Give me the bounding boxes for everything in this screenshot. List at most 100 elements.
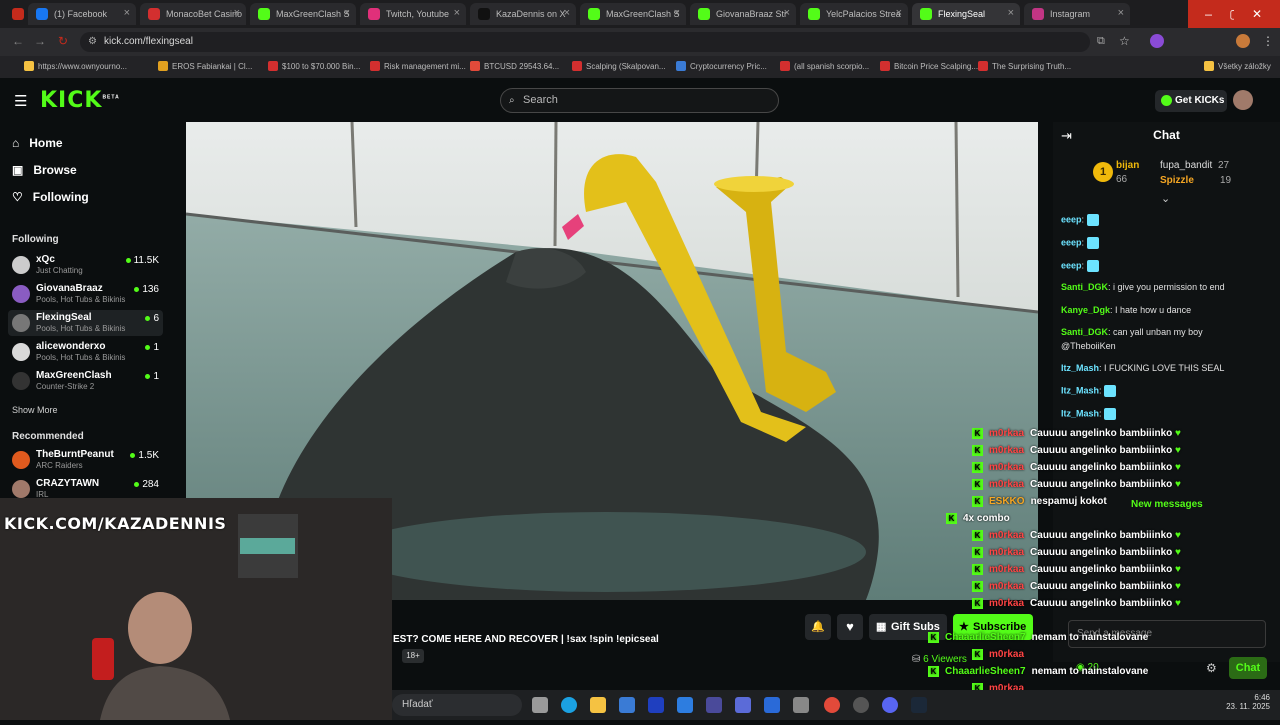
reload-icon[interactable]: ↻ bbox=[58, 34, 68, 48]
nav-following[interactable]: ♡ Following bbox=[12, 190, 89, 204]
bookmark-item[interactable]: BTCUSD 29543.64... bbox=[470, 61, 559, 71]
bookmark-icon bbox=[268, 61, 278, 71]
translate-icon[interactable]: ⧉ bbox=[1097, 35, 1105, 48]
edge-icon[interactable] bbox=[561, 697, 577, 713]
site-info-icon[interactable]: ⚙ bbox=[88, 32, 97, 52]
bookmark-item[interactable]: Scalping (Skalpovan... bbox=[572, 61, 666, 71]
expand-leaderboard-icon[interactable]: ⌄ bbox=[1161, 192, 1170, 205]
file-explorer-icon[interactable] bbox=[590, 697, 606, 713]
bookmark-item[interactable]: Risk management mi... bbox=[370, 61, 466, 71]
bookmark-item[interactable]: EROS Fabiankai | Cl... bbox=[158, 61, 252, 71]
close-tab-icon[interactable]: × bbox=[674, 7, 680, 19]
search-input[interactable]: ⌕ Search bbox=[500, 88, 779, 113]
sidebar-channel[interactable]: xQc Just Chatting 11.5K bbox=[8, 252, 163, 278]
task-view-icon[interactable] bbox=[532, 697, 548, 713]
get-kicks-button[interactable]: Get KICKs bbox=[1155, 90, 1227, 112]
browser-tab[interactable]: FlexingSeal × bbox=[912, 3, 1020, 25]
browser-tab[interactable]: YelcPalacios Strea × bbox=[800, 3, 908, 25]
nav-home[interactable]: ⌂ Home bbox=[12, 136, 63, 150]
close-tab-icon[interactable]: × bbox=[784, 7, 790, 19]
app-l-icon[interactable] bbox=[648, 697, 664, 713]
sidebar-channel[interactable]: alicewonderxo Pools, Hot Tubs & Bikinis 1 bbox=[8, 339, 163, 365]
clock-date: 23. 11. 2025 bbox=[1226, 702, 1270, 711]
sidebar-channel[interactable]: MaxGreenClash Counter-Strike 2 1 bbox=[8, 368, 163, 394]
new-messages-divider[interactable]: New messages bbox=[1131, 499, 1203, 510]
sidebar-channel[interactable]: TheBurntPeanut ARC Raiders 1.5K bbox=[8, 447, 163, 473]
chat-send-button[interactable]: Chat bbox=[1229, 657, 1267, 679]
chat-username[interactable]: Itz_Mash bbox=[1061, 385, 1099, 395]
close-tab-icon[interactable]: × bbox=[344, 7, 350, 19]
bookmark-item[interactable]: Cryptocurrency Pric... bbox=[676, 61, 767, 71]
browser-tab[interactable]: GiovanaBraaz Str × bbox=[690, 3, 796, 25]
nav-browse[interactable]: ▣ Browse bbox=[12, 163, 77, 177]
chat-username[interactable]: Santi_DGK bbox=[1061, 327, 1108, 337]
bookmark-star-icon[interactable]: ☆ bbox=[1119, 34, 1130, 48]
back-icon[interactable]: ← bbox=[12, 34, 24, 48]
profile-avatar[interactable] bbox=[1236, 34, 1250, 48]
sidebar-channel[interactable]: GiovanaBraaz Pools, Hot Tubs & Bikinis 136 bbox=[8, 281, 163, 307]
clock[interactable]: 6:46 23. 11. 2025 bbox=[1222, 693, 1270, 711]
kick-badge-icon: K bbox=[946, 513, 957, 524]
close-tab-icon[interactable]: × bbox=[1008, 7, 1014, 19]
bookmark-item[interactable]: $100 to $70.000 Bin... bbox=[268, 61, 360, 71]
close-tab-icon[interactable]: × bbox=[564, 7, 570, 19]
chat-settings-icon[interactable]: ⚙ bbox=[1206, 661, 1217, 675]
store-icon[interactable] bbox=[619, 697, 635, 713]
close-tab-icon[interactable]: × bbox=[234, 7, 240, 19]
browser-tab[interactable] bbox=[4, 3, 30, 25]
browser-tab[interactable]: MaxGreenClash S × bbox=[580, 3, 686, 25]
browser-tab[interactable]: MonacoBet Casino × bbox=[140, 3, 246, 25]
kick-logo[interactable]: KICKBETA bbox=[40, 88, 120, 113]
notes-icon[interactable] bbox=[793, 697, 809, 713]
chat-username[interactable]: Itz_Mash bbox=[1061, 363, 1099, 373]
close-tab-icon[interactable]: × bbox=[896, 7, 902, 19]
hamburger-menu-icon[interactable]: ☰ bbox=[14, 92, 27, 110]
user-avatar[interactable] bbox=[1233, 90, 1253, 110]
chat-username[interactable]: Itz_Mash bbox=[1061, 408, 1099, 418]
browser-tab[interactable]: Instagram × bbox=[1024, 3, 1130, 25]
chat-message: eeep: bbox=[1061, 237, 1099, 249]
bookmark-item[interactable]: Bitcoin Price Scalping... bbox=[880, 61, 978, 71]
show-more-link[interactable]: Show More bbox=[12, 405, 58, 415]
browser-tab[interactable]: MaxGreenClash S × bbox=[250, 3, 356, 25]
bookmark-item[interactable]: The Surprising Truth... bbox=[978, 61, 1071, 71]
app-icon[interactable] bbox=[706, 697, 722, 713]
notification-bell-button[interactable]: 🔔 bbox=[805, 614, 831, 640]
app-icon[interactable] bbox=[735, 697, 751, 713]
discord-icon[interactable] bbox=[882, 697, 898, 713]
forward-icon[interactable]: → bbox=[34, 34, 46, 48]
live-dot bbox=[145, 344, 151, 350]
taskbar-search[interactable]: Hľadať bbox=[392, 694, 522, 716]
overlay-username: ESKKO bbox=[989, 496, 1025, 508]
logo-text: KICK bbox=[40, 88, 103, 113]
sidebar-channel[interactable]: FlexingSeal Pools, Hot Tubs & Bikinis 6 bbox=[8, 310, 163, 336]
channel-viewers: 1 bbox=[145, 342, 159, 353]
mail-icon[interactable] bbox=[764, 697, 780, 713]
chat-username[interactable]: eeep bbox=[1061, 214, 1082, 224]
url-field[interactable]: ⚙ kick.com/flexingseal bbox=[80, 32, 1090, 52]
bookmark-item[interactable]: (all spanish scorpio... bbox=[780, 61, 869, 71]
menu-kebab-icon[interactable]: ⋮ bbox=[1262, 34, 1274, 48]
chat-username[interactable]: Kanye_Dgk bbox=[1061, 305, 1110, 315]
steam-icon[interactable] bbox=[911, 697, 927, 713]
close-tab-icon[interactable]: × bbox=[1118, 7, 1124, 19]
browser-tab[interactable]: Twitch, Youtube × bbox=[360, 3, 466, 25]
bookmark-item[interactable]: Všetky záložky bbox=[1204, 61, 1271, 71]
clock-time: 6:46 bbox=[1254, 693, 1270, 702]
follow-button[interactable]: ♥ bbox=[837, 614, 863, 640]
close-tab-icon[interactable]: × bbox=[454, 7, 460, 19]
app-icon[interactable] bbox=[677, 697, 693, 713]
extension-icon[interactable] bbox=[1150, 34, 1164, 48]
close-tab-icon[interactable]: × bbox=[124, 7, 130, 19]
tab-label: YelcPalacios Strea bbox=[826, 9, 901, 19]
bookmark-item[interactable]: https://www.ownyourno... bbox=[24, 61, 127, 71]
browser-tab[interactable]: (1) Facebook × bbox=[28, 3, 136, 25]
chrome-icon[interactable] bbox=[824, 697, 840, 713]
app-icon[interactable] bbox=[853, 697, 869, 713]
chat-username[interactable]: Santi_DGK bbox=[1061, 282, 1108, 292]
close-window-button[interactable]: ✕ bbox=[1234, 0, 1280, 28]
chat-username[interactable]: eeep bbox=[1061, 260, 1082, 270]
viewer-count-value: 6 bbox=[153, 313, 159, 324]
browser-tab[interactable]: KazaDennis on X × bbox=[470, 3, 576, 25]
chat-username[interactable]: eeep bbox=[1061, 237, 1082, 247]
